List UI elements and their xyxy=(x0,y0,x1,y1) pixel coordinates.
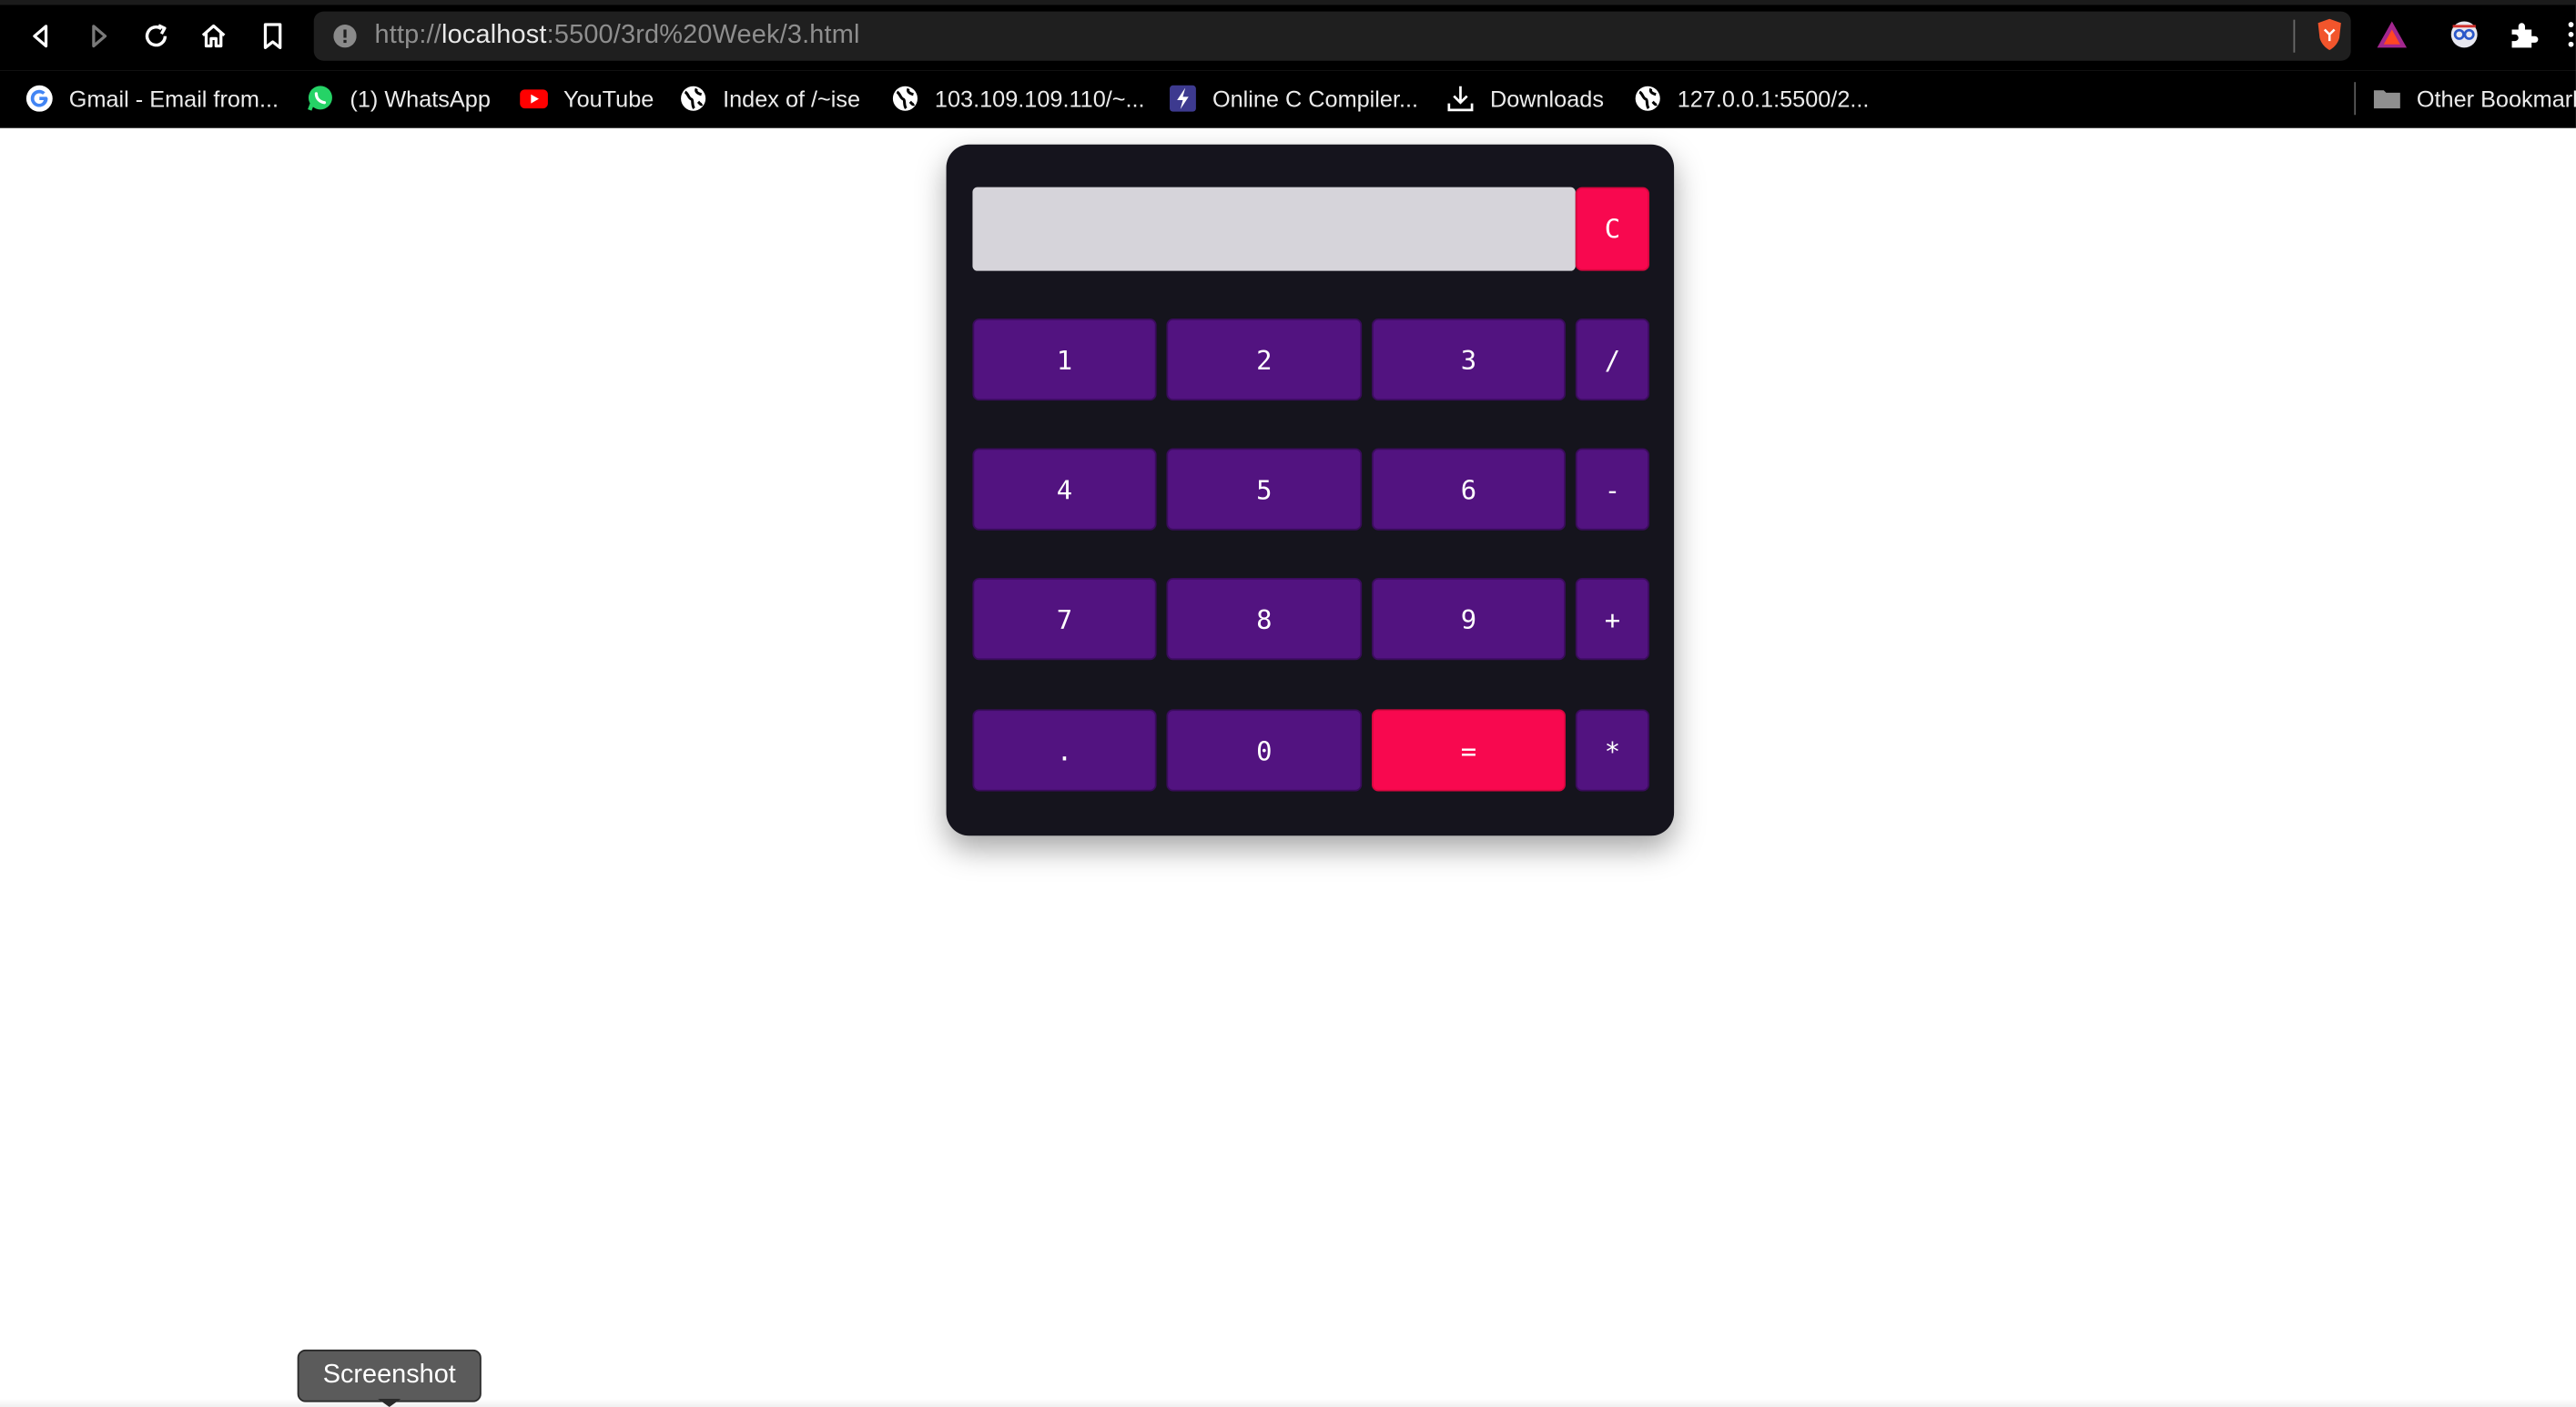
google-icon xyxy=(25,84,54,113)
forward-icon xyxy=(92,25,107,48)
key-9[interactable]: 9 xyxy=(1372,578,1566,661)
bookmarks-divider xyxy=(2354,82,2357,116)
bookmark-label: Downloads xyxy=(1489,85,1604,112)
bolt-icon xyxy=(1168,84,1197,113)
tab-strip xyxy=(0,0,2576,5)
bookmark-button[interactable] xyxy=(249,13,296,59)
key-minus[interactable]: - xyxy=(1575,448,1650,531)
bookmark-downloads[interactable]: Downloads xyxy=(1445,80,1604,116)
key-3[interactable]: 3 xyxy=(1372,318,1566,401)
key-6[interactable]: 6 xyxy=(1372,448,1566,531)
key-multiply[interactable]: * xyxy=(1575,709,1650,792)
youtube-icon xyxy=(519,84,548,113)
clear-button[interactable]: C xyxy=(1575,187,1650,271)
globe-icon xyxy=(890,84,919,113)
bookmark-103-109[interactable]: 103.109.109.110/~... xyxy=(890,80,1145,116)
back-button[interactable] xyxy=(18,13,65,59)
extensions-puzzle-icon[interactable] xyxy=(2505,16,2541,53)
url-divider xyxy=(2293,19,2296,53)
key-8[interactable]: 8 xyxy=(1166,578,1363,661)
globe-icon xyxy=(678,84,707,113)
reload-button[interactable] xyxy=(133,13,179,59)
home-button[interactable] xyxy=(190,13,237,59)
back-icon xyxy=(33,25,48,48)
key-5[interactable]: 5 xyxy=(1166,448,1363,531)
key-decimal[interactable]: . xyxy=(972,709,1157,792)
key-equals[interactable]: = xyxy=(1372,709,1566,792)
bookmarks-bar: Gmail - Email from... (1) WhatsApp YouTu… xyxy=(0,70,2576,128)
bookmark-online-c-compiler[interactable]: Online C Compiler... xyxy=(1168,80,1418,116)
key-7[interactable]: 7 xyxy=(972,578,1157,661)
bookmark-gmail[interactable]: Gmail - Email from... xyxy=(25,80,279,116)
menu-icon[interactable] xyxy=(2560,16,2576,53)
forward-button[interactable] xyxy=(76,13,122,59)
bookmark-label: Other Bookmarks xyxy=(2416,85,2576,112)
bookmark-127-0-0-1[interactable]: 127.0.0.1:5500/2... xyxy=(1633,80,1869,116)
globe-icon xyxy=(1633,84,1662,113)
key-4[interactable]: 4 xyxy=(972,448,1157,531)
tooltip-pointer xyxy=(378,1399,401,1407)
reload-icon xyxy=(145,24,167,47)
bookmark-youtube[interactable]: YouTube xyxy=(519,80,654,116)
bookmark-label: Gmail - Email from... xyxy=(68,85,279,112)
bookmark-label: 103.109.109.110/~... xyxy=(934,85,1145,112)
key-2[interactable]: 2 xyxy=(1166,318,1363,401)
screenshot-tooltip: Screenshot xyxy=(297,1349,482,1402)
brave-rewards-icon[interactable] xyxy=(2374,16,2410,53)
folder-icon xyxy=(2372,84,2401,113)
bookmark-index-ise[interactable]: Index of /~ise xyxy=(678,80,860,116)
extension-icon[interactable] xyxy=(2446,16,2482,53)
bookmark-label: (1) WhatsApp xyxy=(350,85,491,112)
bookmark-whatsapp[interactable]: (1) WhatsApp xyxy=(306,80,491,116)
key-1[interactable]: 1 xyxy=(972,318,1157,401)
bookmark-icon xyxy=(263,23,282,49)
whatsapp-icon xyxy=(306,84,335,113)
browser-toolbar: http://localhost:5500/3rd%20Week/3.html xyxy=(0,0,2576,71)
brave-shields-icon[interactable] xyxy=(2311,16,2348,53)
url-text[interactable]: http://localhost:5500/3rd%20Week/3.html xyxy=(374,21,859,50)
home-icon xyxy=(201,24,226,48)
other-bookmarks[interactable]: Other Bookmarks xyxy=(2372,80,2576,116)
calculator-display[interactable] xyxy=(972,187,1576,271)
key-plus[interactable]: + xyxy=(1575,578,1650,661)
key-0[interactable]: 0 xyxy=(1166,709,1363,792)
download-icon xyxy=(1445,84,1475,113)
address-bar[interactable]: http://localhost:5500/3rd%20Week/3.html xyxy=(313,11,2351,61)
bookmark-label: 127.0.0.1:5500/2... xyxy=(1677,85,1870,112)
key-divide[interactable]: / xyxy=(1575,318,1650,401)
bookmark-label: YouTube xyxy=(563,85,654,112)
calculator: C 1 2 3/ 4 5 6- 7 8 9 +. 0 = * xyxy=(946,144,1675,836)
bookmark-label: Index of /~ise xyxy=(723,85,861,112)
site-info-icon[interactable] xyxy=(333,25,357,48)
bookmark-label: Online C Compiler... xyxy=(1212,85,1419,112)
